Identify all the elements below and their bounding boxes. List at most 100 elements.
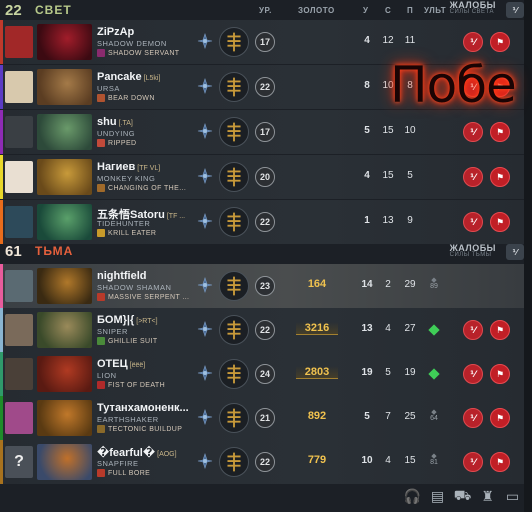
talent-tree-icon[interactable]	[219, 403, 249, 433]
talent-tree-icon[interactable]	[219, 447, 249, 477]
aghanim-shard-icon[interactable]	[196, 364, 214, 382]
player-row[interactable]: Тутанхамоненк... EARTHSHAKER TECTONIC BUIL…	[0, 396, 524, 440]
report-button[interactable]: ⚑	[490, 77, 510, 97]
player-row[interactable]: БОМ}|{[>RT<] SNIPER GHILLIE SUIT 22 3216 13 4 2…	[0, 308, 524, 352]
cosmetics-icon[interactable]: ⛟	[454, 487, 472, 505]
player-row[interactable]: ZiPzAp SHADOW DEMON SHADOW SERVANT 17 4 12 11 ⅟…	[0, 20, 524, 64]
hero-portrait[interactable]	[37, 312, 92, 348]
hero-facet[interactable]: MASSIVE SERPENT ...	[97, 293, 189, 301]
mute-button[interactable]: ⅟	[463, 32, 483, 52]
player-row[interactable]: nightfield SHADOW SHAMAN MASSIVE SERPENT .…	[0, 264, 524, 308]
headset-icon[interactable]: 🎧	[404, 488, 421, 505]
player-name[interactable]: Тутанхамоненк...	[97, 402, 191, 414]
hero-facet[interactable]: FIST OF DEATH	[97, 381, 165, 389]
avatar[interactable]: ?	[5, 446, 33, 478]
mute-button[interactable]: ⅟	[463, 452, 483, 472]
talent-tree-icon[interactable]	[219, 72, 249, 102]
deaths: 7	[385, 411, 391, 422]
hero-portrait[interactable]	[37, 356, 92, 392]
player-row[interactable]: Нагиев [TF VL] MONKEY KING CHANGING OF THE.…	[0, 155, 524, 199]
player-row[interactable]: 五条悟Satoru [TF ... TIDEHUNTER KRILL EATER 22 1…	[0, 200, 524, 244]
player-row[interactable]: ? �fearful� [AOG] SNAPFIRE FULL BORE 22 779 10 4…	[0, 440, 524, 484]
mute-button[interactable]: ⅟	[463, 320, 483, 340]
talent-tree-icon[interactable]	[219, 315, 249, 345]
hero-facet[interactable]: CHANGING OF THE...	[97, 184, 186, 192]
mute-all-dire-button[interactable]: ⅟	[506, 244, 524, 260]
talent-tree-icon[interactable]	[219, 207, 249, 237]
deaths: 15	[382, 170, 394, 181]
avatar[interactable]	[5, 358, 33, 390]
ult-cooldown: 81	[430, 459, 438, 466]
mute-button[interactable]: ⅟	[463, 364, 483, 384]
mute-button[interactable]: ⅟	[463, 167, 483, 187]
talent-tree-icon[interactable]	[219, 162, 249, 192]
aghanim-shard-icon[interactable]	[196, 32, 214, 50]
aghanim-shard-icon[interactable]	[196, 212, 214, 230]
hero-facet[interactable]: GHILLIE SUIT	[97, 337, 158, 345]
hero-portrait[interactable]	[37, 444, 92, 480]
tree-icon[interactable]: ♜	[479, 488, 496, 505]
hero-facet[interactable]: RIPPED	[97, 139, 136, 147]
report-button[interactable]: ⚑	[490, 32, 510, 52]
player-name[interactable]: ZiPzAp	[97, 26, 136, 38]
avatar[interactable]	[5, 402, 33, 434]
player-name[interactable]: nightfield	[97, 270, 149, 282]
report-button[interactable]: ⚑	[490, 122, 510, 142]
report-button[interactable]: ⚑	[490, 212, 510, 232]
hero-portrait[interactable]	[37, 204, 92, 240]
scoreboard-icon[interactable]: ▤	[429, 488, 446, 505]
player-name[interactable]: Pancake [L5ki]	[97, 71, 160, 83]
player-name[interactable]: Нагиев [TF VL]	[97, 161, 160, 173]
avatar[interactable]	[5, 270, 33, 302]
avatar[interactable]	[5, 314, 33, 346]
hero-portrait[interactable]	[37, 268, 92, 304]
hero-facet[interactable]: FULL BORE	[97, 469, 150, 477]
hero-portrait[interactable]	[37, 159, 92, 195]
avatar[interactable]	[5, 116, 33, 148]
report-button[interactable]: ⚑	[490, 408, 510, 428]
mute-button[interactable]: ⅟	[463, 212, 483, 232]
player-row[interactable]: ОТЕЦ [ëëë] LION FIST OF DEATH 24 2803 19 5 19 ⅟ ⚑	[0, 352, 524, 396]
report-button[interactable]: ⚑	[490, 167, 510, 187]
hero-facet[interactable]: TECTONIC BUILDUP	[97, 425, 182, 433]
talent-tree-icon[interactable]	[219, 117, 249, 147]
chat-icon[interactable]: ▭	[504, 488, 521, 505]
player-name[interactable]: БОМ}|{[>RT<]	[97, 314, 158, 326]
hero-facet[interactable]: BEAR DOWN	[97, 94, 155, 102]
talent-tree-icon[interactable]	[219, 271, 249, 301]
player-name[interactable]: �fearful� [AOG]	[97, 446, 177, 459]
aghanim-shard-icon[interactable]	[196, 122, 214, 140]
mute-button[interactable]: ⅟	[463, 122, 483, 142]
hero-portrait[interactable]	[37, 400, 92, 436]
aghanim-shard-icon[interactable]	[196, 167, 214, 185]
aghanim-shard-icon[interactable]	[196, 276, 214, 294]
aghanim-shard-icon[interactable]	[196, 77, 214, 95]
report-button[interactable]: ⚑	[490, 364, 510, 384]
hero-facet[interactable]: KRILL EATER	[97, 229, 156, 237]
aghanim-shard-icon[interactable]	[196, 452, 214, 470]
mute-all-radiant-button[interactable]: ⅟	[506, 2, 524, 18]
hero-portrait[interactable]	[37, 69, 92, 105]
facet-label: FIST OF DEATH	[108, 381, 166, 389]
player-row[interactable]: Pancake [L5ki] URSA BEAR DOWN 22 8 10 8 ⅟ ⚑	[0, 65, 524, 109]
hero-facet[interactable]: SHADOW SERVANT	[97, 49, 179, 57]
facet-icon	[97, 425, 105, 433]
aghanim-shard-icon[interactable]	[196, 320, 214, 338]
scrollbar-track[interactable]	[524, 0, 532, 512]
hero-portrait[interactable]	[37, 114, 92, 150]
hero-portrait[interactable]	[37, 24, 92, 60]
talent-tree-icon[interactable]	[219, 359, 249, 389]
avatar[interactable]	[5, 71, 33, 103]
avatar[interactable]	[5, 26, 33, 58]
avatar[interactable]	[5, 161, 33, 193]
player-name[interactable]: ОТЕЦ [ëëë]	[97, 358, 145, 370]
report-button[interactable]: ⚑	[490, 452, 510, 472]
mute-button[interactable]: ⅟	[463, 77, 483, 97]
player-name[interactable]: shu [.TA]	[97, 116, 133, 128]
talent-tree-icon[interactable]	[219, 27, 249, 57]
report-button[interactable]: ⚑	[490, 320, 510, 340]
aghanim-shard-icon[interactable]	[196, 408, 214, 426]
player-row[interactable]: shu [.TA] UNDYING RIPPED 17 5 15 10 ⅟ ⚑	[0, 110, 524, 154]
mute-button[interactable]: ⅟	[463, 408, 483, 428]
avatar[interactable]	[5, 206, 33, 238]
